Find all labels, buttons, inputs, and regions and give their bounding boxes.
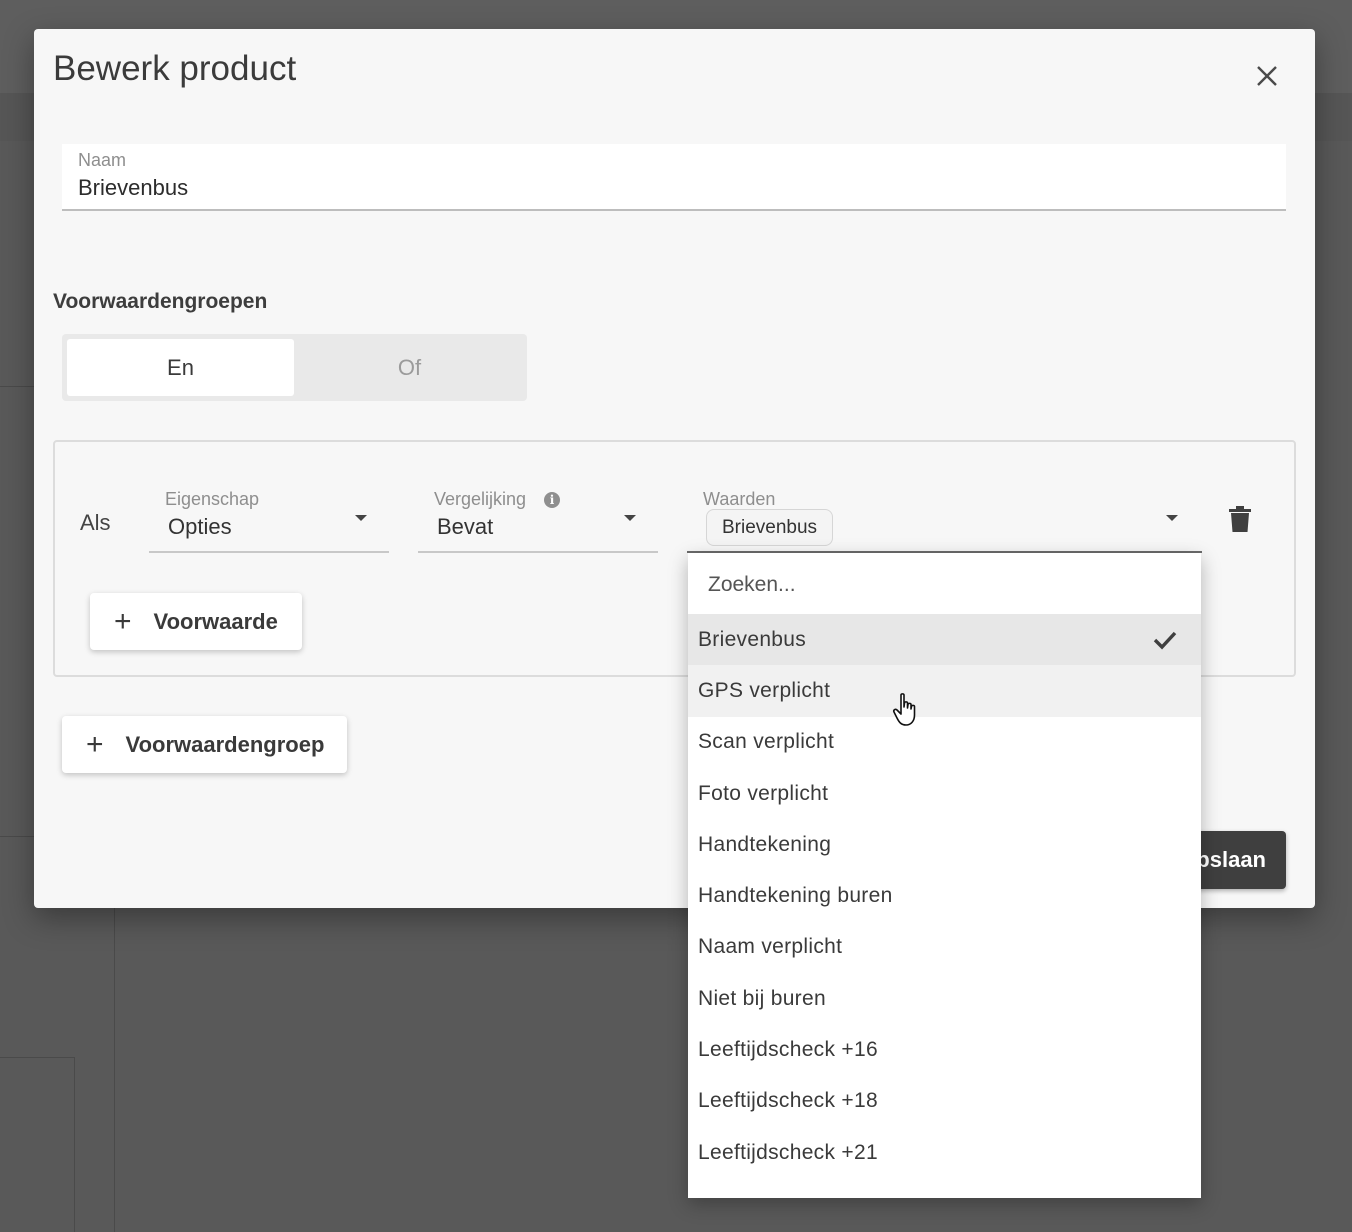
dropdown-option[interactable]: Handtekening [688, 819, 1201, 870]
info-icon[interactable]: i [544, 492, 560, 508]
background-divider [114, 908, 115, 1232]
dropdown-option-label: Leeftijdscheck +16 [698, 1038, 878, 1062]
background-divider [0, 836, 34, 837]
dropdown-option-label: GPS verplicht [698, 678, 831, 702]
plus-icon: + [114, 604, 132, 638]
delete-condition-button[interactable] [1229, 506, 1251, 537]
close-button[interactable] [1250, 59, 1284, 93]
property-value: Opties [168, 514, 232, 539]
dropdown-option[interactable]: Niet bij buren [688, 973, 1201, 1024]
value-chip[interactable]: Brievenbus [706, 509, 834, 546]
add-condition-label: Voorwaarde [153, 608, 278, 634]
chevron-down-icon [1166, 515, 1178, 521]
dropdown-option-label: Foto verplicht [698, 781, 829, 805]
property-label: Eigenschap [165, 489, 260, 509]
dropdown-option-label: Naam verplicht [698, 935, 843, 959]
dropdown-option-label: Scan verplicht [698, 730, 835, 754]
name-field[interactable]: Naam Brievenbus [62, 144, 1286, 211]
background-divider [0, 386, 34, 387]
and-or-toggle: En Of [62, 334, 527, 401]
add-condition-group-button[interactable]: + Voorwaardengroep [62, 716, 347, 773]
comparison-label: Vergelijking [434, 489, 527, 509]
dropdown-option-label: Handtekening [698, 832, 832, 856]
dropdown-option[interactable]: Brievenbus [688, 614, 1201, 666]
check-icon [1153, 631, 1177, 650]
toggle-option-of[interactable]: Of [297, 339, 522, 396]
background-divider [74, 1057, 75, 1232]
values-select[interactable]: Waarden Brievenbus [687, 487, 1202, 553]
chevron-down-icon [355, 515, 367, 521]
comparison-value: Bevat [437, 514, 494, 539]
name-field-label: Naam [78, 150, 127, 170]
dropdown-option[interactable]: Leeftijdscheck +18 [688, 1076, 1201, 1127]
dropdown-option[interactable]: Leeftijdscheck +21 [688, 1127, 1201, 1178]
add-condition-button[interactable]: + Voorwaarde [90, 593, 302, 650]
add-condition-group-label: Voorwaardengroep [125, 731, 325, 757]
close-icon [1257, 66, 1277, 86]
comparison-select[interactable]: Vergelijking i Bevat [418, 487, 658, 553]
dropdown-search-input[interactable]: Zoeken... [708, 573, 796, 597]
name-field-value[interactable]: Brievenbus [78, 175, 188, 201]
plus-icon: + [86, 727, 104, 761]
condition-prefix: Als [80, 510, 111, 535]
values-label: Waarden [703, 489, 776, 509]
dropdown-option-label: Leeftijdscheck +21 [698, 1140, 878, 1164]
dropdown-option[interactable]: Scan verplicht [688, 717, 1201, 768]
dropdown-options-list: Brievenbus GPS verplicht Scan verplicht … [688, 614, 1201, 1178]
property-select[interactable]: Eigenschap Opties [149, 487, 389, 553]
hand-pointer-icon [892, 693, 916, 726]
dropdown-option-label: Niet bij buren [698, 986, 826, 1010]
dropdown-option[interactable]: Leeftijdscheck +16 [688, 1024, 1201, 1075]
dropdown-option[interactable]: Foto verplicht [688, 768, 1201, 819]
trash-icon [1229, 506, 1251, 532]
condition-groups-title: Voorwaardengroepen [53, 290, 268, 313]
chevron-down-icon [624, 515, 636, 521]
dropdown-option-label: Handtekening buren [698, 884, 893, 908]
toggle-option-en[interactable]: En [67, 339, 294, 396]
dropdown-option-label: Leeftijdscheck +18 [698, 1089, 878, 1113]
background-divider [0, 1057, 75, 1058]
dropdown-option-label: Brievenbus [698, 627, 807, 651]
dialog-title: Bewerk product [53, 49, 297, 88]
dropdown-option[interactable]: Naam verplicht [688, 922, 1201, 973]
dropdown-option[interactable]: GPS verplicht [688, 665, 1201, 717]
dropdown-option[interactable]: Handtekening buren [688, 870, 1201, 921]
values-dropdown-panel: Zoeken... Brievenbus GPS verplicht Scan … [688, 553, 1201, 1198]
